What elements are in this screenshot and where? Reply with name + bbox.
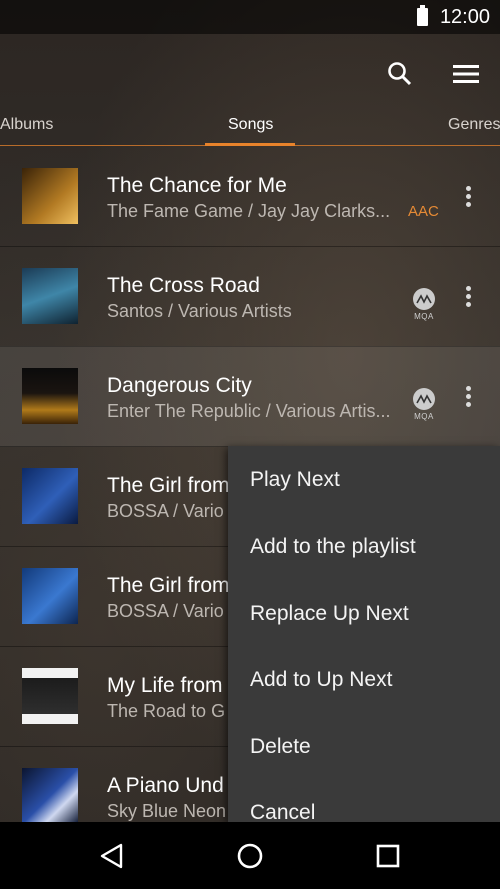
top-app-bar [0, 34, 500, 104]
song-title: The Cross Road [107, 274, 260, 297]
menu-button[interactable] [444, 52, 488, 96]
song-title: The Girl from [107, 474, 230, 497]
back-triangle-icon [100, 843, 123, 869]
album-art [22, 168, 78, 224]
hamburger-menu-icon [453, 65, 479, 83]
menu-item-delete[interactable]: Delete [250, 735, 311, 759]
more-vert-icon [458, 186, 478, 207]
tab-albums[interactable]: Albums [0, 116, 53, 134]
song-title: A Piano Und [107, 774, 224, 797]
home-circle-icon [237, 843, 263, 869]
search-icon [388, 62, 412, 86]
menu-item-play-next[interactable]: Play Next [250, 468, 340, 492]
album-art [22, 368, 78, 424]
more-vert-icon [458, 386, 478, 407]
search-button[interactable] [378, 52, 422, 96]
mqa-label: MQA [414, 412, 434, 421]
more-options-button[interactable] [458, 284, 478, 312]
song-row[interactable]: Dangerous City Enter The Republic / Vari… [0, 346, 500, 447]
more-options-button[interactable] [458, 384, 478, 412]
album-art [22, 668, 78, 724]
mqa-icon [413, 388, 435, 410]
song-title: Dangerous City [107, 374, 252, 397]
song-row[interactable]: The Cross Road Santos / Various Artists … [0, 246, 500, 347]
album-art [22, 568, 78, 624]
song-row[interactable]: The Chance for Me The Fame Game / Jay Ja… [0, 146, 500, 247]
mqa-icon [413, 288, 435, 310]
tab-songs[interactable]: Songs [228, 116, 273, 134]
song-title: The Chance for Me [107, 174, 287, 197]
more-vert-icon [458, 286, 478, 307]
song-title: My Life from [107, 674, 223, 697]
mqa-badge: MQA [411, 288, 437, 324]
song-subtitle: Enter The Republic / Various Artis... [107, 401, 391, 421]
app-screen: 12:00 Albums Songs Genres The Chance for… [0, 0, 500, 889]
menu-item-add-to-up-next[interactable]: Add to Up Next [250, 668, 392, 692]
context-menu: Play Next Add to the playlist Replace Up… [228, 446, 500, 822]
recents-button[interactable] [368, 836, 408, 876]
song-subtitle: The Road to G [107, 701, 226, 721]
song-title: The Girl from [107, 574, 230, 597]
song-subtitle: Santos / Various Artists [107, 301, 292, 321]
album-art [22, 468, 78, 524]
album-art [22, 268, 78, 324]
back-button[interactable] [92, 836, 132, 876]
status-time: 12:00 [439, 6, 490, 28]
song-subtitle: The Fame Game / Jay Jay Clarks... [107, 201, 391, 221]
song-subtitle: BOSSA / Vario [107, 601, 224, 621]
tab-genres[interactable]: Genres [448, 116, 500, 134]
home-button[interactable] [230, 836, 270, 876]
menu-item-replace-up-next[interactable]: Replace Up Next [250, 602, 409, 626]
battery-icon [417, 5, 428, 26]
menu-item-cancel[interactable]: Cancel [250, 801, 315, 822]
song-subtitle: BOSSA / Vario [107, 501, 224, 521]
navigation-bar [0, 822, 500, 889]
album-art [22, 768, 78, 824]
tab-bar: Albums Songs Genres [0, 104, 500, 146]
mqa-badge: MQA [411, 388, 437, 424]
aac-badge: AAC [408, 203, 439, 220]
song-subtitle: Sky Blue Neon [107, 801, 227, 821]
more-options-button[interactable] [458, 184, 478, 212]
recents-square-icon [376, 844, 400, 868]
menu-item-add-to-playlist[interactable]: Add to the playlist [250, 535, 416, 559]
mqa-label: MQA [414, 312, 434, 321]
status-bar: 12:00 [0, 0, 500, 34]
